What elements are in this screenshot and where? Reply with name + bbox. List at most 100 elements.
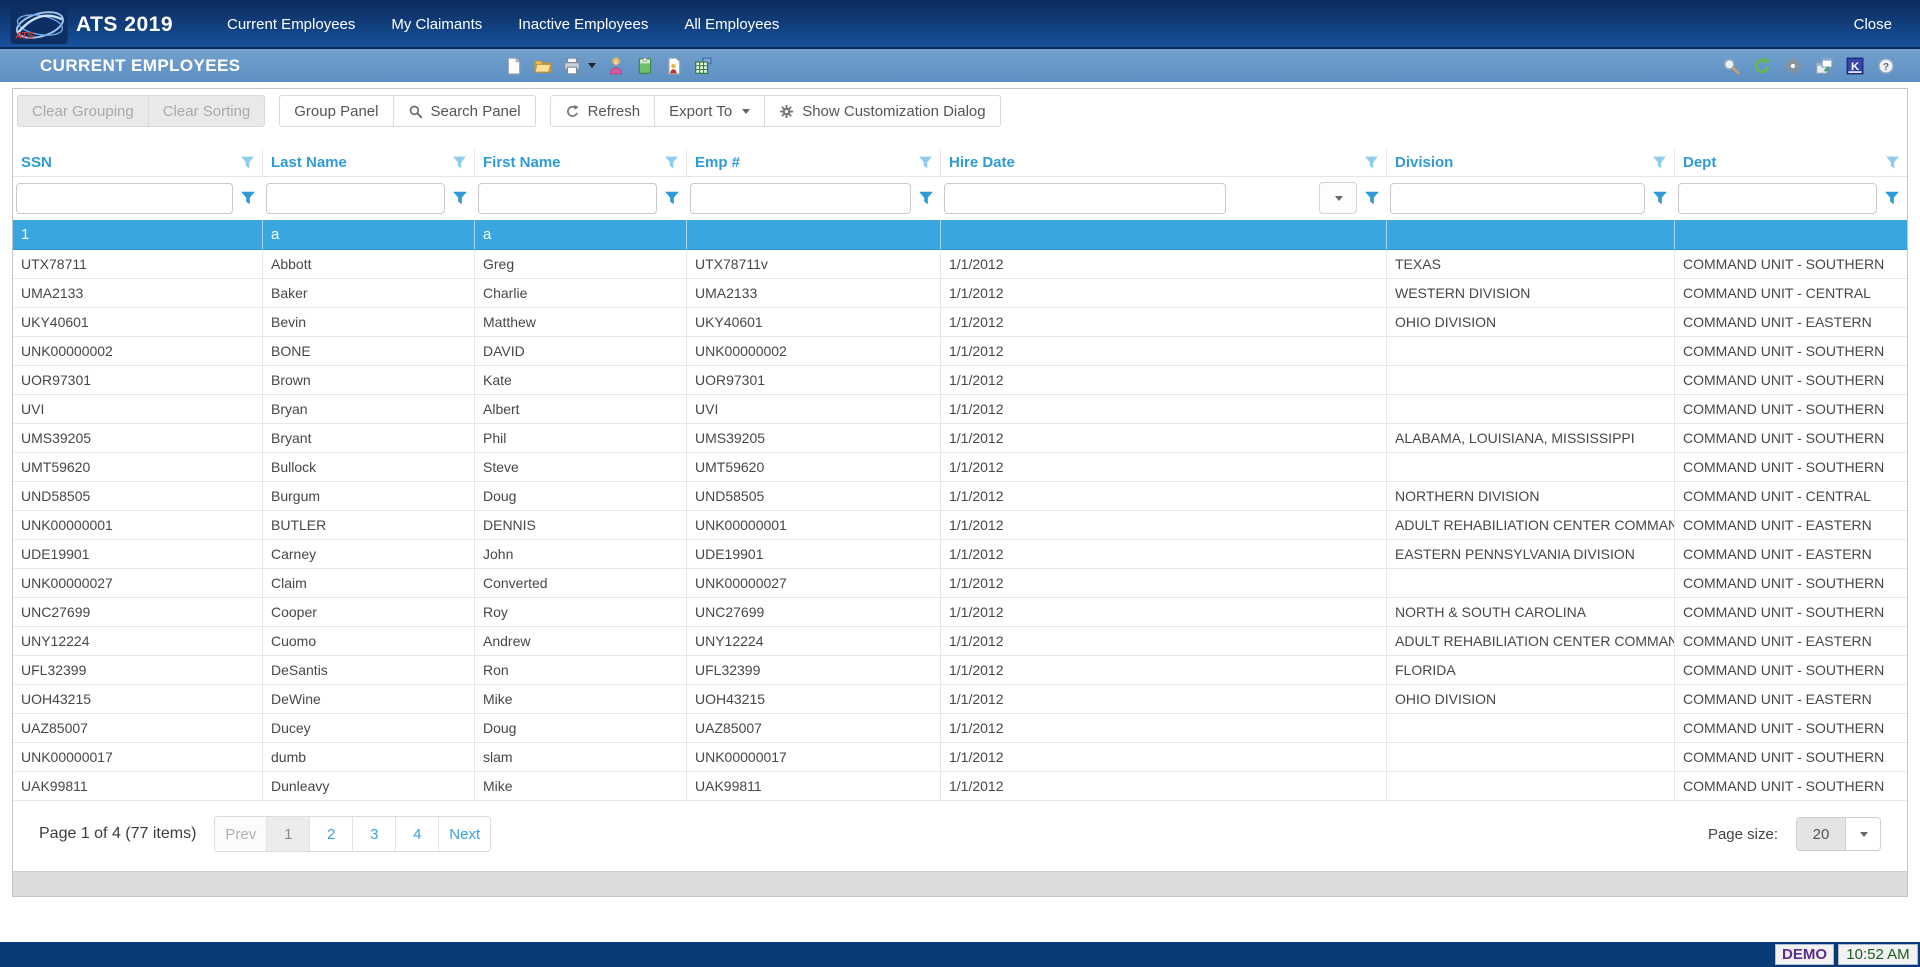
table-row[interactable]: UMA2133 Baker Charlie UMA2133 1/1/2012 WESTER… bbox=[13, 279, 1907, 308]
pager-page-3-button[interactable]: 3 bbox=[352, 817, 396, 851]
filter-icon[interactable] bbox=[918, 155, 933, 170]
column-header-emp[interactable]: Emp # bbox=[687, 149, 941, 176]
cell-ssn: UMA2133 bbox=[13, 279, 263, 307]
filter-funnel-button[interactable] bbox=[240, 190, 256, 206]
print-icon[interactable] bbox=[563, 57, 581, 75]
clear-grouping-button[interactable]: Clear Grouping bbox=[17, 95, 149, 127]
pager-prev-button[interactable]: Prev bbox=[215, 817, 267, 851]
filter-funnel-button[interactable] bbox=[918, 190, 934, 206]
open-folder-icon[interactable] bbox=[534, 57, 552, 75]
nav-item-inactive-employees[interactable]: Inactive Employees bbox=[500, 0, 666, 49]
filter-icon[interactable] bbox=[1364, 155, 1379, 170]
table-row[interactable]: UFL32399 DeSantis Ron UFL32399 1/1/2012 FLORI… bbox=[13, 656, 1907, 685]
pager-page-2-button[interactable]: 2 bbox=[309, 817, 353, 851]
print-dropdown-caret-icon[interactable] bbox=[588, 63, 596, 68]
layout-window-icon[interactable] bbox=[1815, 57, 1833, 75]
nav-item-all-employees[interactable]: All Employees bbox=[666, 0, 797, 49]
table-row[interactable]: UMS39205 Bryant Phil UMS39205 1/1/2012 ALABAM… bbox=[13, 424, 1907, 453]
page-size-dropdown-button[interactable] bbox=[1846, 818, 1880, 850]
report-person-icon[interactable] bbox=[665, 57, 683, 75]
cell-ssn: UNC27699 bbox=[13, 598, 263, 626]
filter-icon[interactable] bbox=[240, 155, 255, 170]
table-row[interactable]: UMT59620 Bullock Steve UMT59620 1/1/2012 COMM… bbox=[13, 453, 1907, 482]
filter-cell-dept bbox=[1675, 182, 1907, 214]
close-link[interactable]: Close bbox=[1850, 0, 1896, 49]
cell-first-name: Converted bbox=[475, 569, 687, 597]
table-row[interactable]: UKY40601 Bevin Matthew UKY40601 1/1/2012 OHIO… bbox=[13, 308, 1907, 337]
column-header-first-name[interactable]: First Name bbox=[475, 149, 687, 176]
filter-icon[interactable] bbox=[452, 155, 467, 170]
filter-icon[interactable] bbox=[664, 155, 679, 170]
hire-date-filter-input[interactable] bbox=[944, 182, 1226, 214]
search-panel-button[interactable]: Search Panel bbox=[393, 95, 536, 127]
table-row[interactable]: UNK00000027 Claim Converted UNK00000027 1/1/… bbox=[13, 569, 1907, 598]
cell-first-name: Mike bbox=[475, 685, 687, 713]
cell-hire-date: 1/1/2012 bbox=[941, 395, 1387, 423]
notebook-icon[interactable] bbox=[636, 57, 654, 75]
column-header-ssn[interactable]: SSN bbox=[13, 149, 263, 176]
export-grid-icon[interactable] bbox=[694, 57, 712, 75]
nav-item-my-claimants[interactable]: My Claimants bbox=[373, 0, 500, 49]
filter-funnel-button[interactable] bbox=[452, 190, 468, 206]
pager-page-4-button[interactable]: 4 bbox=[395, 817, 439, 851]
table-row[interactable]: UOH43215 DeWine Mike UOH43215 1/1/2012 OHIO D… bbox=[13, 685, 1907, 714]
new-document-icon[interactable] bbox=[505, 57, 523, 75]
table-row[interactable]: UOR97301 Brown Kate UOR97301 1/1/2012 COMMAND… bbox=[13, 366, 1907, 395]
cell-ssn: UNK00000027 bbox=[13, 569, 263, 597]
table-row[interactable]: UNK00000001 BUTLER DENNIS UNK00000001 1/1/20… bbox=[13, 511, 1907, 540]
cell-first-name: Charlie bbox=[475, 279, 687, 307]
filter-funnel-button[interactable] bbox=[664, 190, 680, 206]
refresh-button[interactable]: Refresh bbox=[549, 95, 656, 127]
dept-filter-input[interactable] bbox=[1678, 182, 1877, 214]
division-filter-input[interactable] bbox=[1390, 182, 1645, 214]
help-icon[interactable]: ? bbox=[1877, 57, 1895, 75]
table-row[interactable]: UTX78711 Abbott Greg UTX78711v 1/1/2012 TEXAS… bbox=[13, 250, 1907, 279]
table-row[interactable]: UNY12224 Cuomo Andrew UNY12224 1/1/2012 ADULT… bbox=[13, 627, 1907, 656]
table-row[interactable]: UND58505 Burgum Doug UND58505 1/1/2012 NORTHE… bbox=[13, 482, 1907, 511]
ssn-filter-input[interactable] bbox=[16, 182, 233, 214]
cell-dept: COMMAND UNIT - SOUTHERN bbox=[1683, 720, 1885, 736]
column-header-division[interactable]: Division bbox=[1387, 149, 1675, 176]
filter-funnel-button[interactable] bbox=[1364, 190, 1380, 206]
export-to-button[interactable]: Export To bbox=[655, 95, 766, 127]
first-name-filter-input[interactable] bbox=[478, 182, 657, 214]
cell-division: EASTERN PENNSYLVANIA DIVISION bbox=[1387, 540, 1675, 568]
table-row[interactable]: UAZ85007 Ducey Doug UAZ85007 1/1/2012 COMMAND… bbox=[13, 714, 1907, 743]
group-panel-button[interactable]: Group Panel bbox=[279, 95, 394, 127]
last-name-filter-input[interactable] bbox=[266, 182, 445, 214]
column-header-dept[interactable]: Dept bbox=[1675, 149, 1907, 176]
cell-ssn: UTX78711 bbox=[13, 250, 263, 278]
cell-emp: UNK00000017 bbox=[687, 743, 941, 771]
refresh-icon[interactable] bbox=[1753, 57, 1771, 75]
hire-date-filter-dropdown-button[interactable] bbox=[1319, 182, 1357, 214]
table-row[interactable]: UDE19901 Carney John UDE19901 1/1/2012 EASTER… bbox=[13, 540, 1907, 569]
show-customization-dialog-button[interactable]: Show Customization Dialog bbox=[765, 95, 1001, 127]
k-badge-icon[interactable]: K bbox=[1846, 57, 1864, 75]
settings-icon[interactable] bbox=[1784, 57, 1802, 75]
pager-next-button[interactable]: Next bbox=[438, 817, 491, 851]
emp-filter-input[interactable] bbox=[690, 182, 911, 214]
clear-sorting-button[interactable]: Clear Sorting bbox=[148, 95, 266, 127]
table-row[interactable]: UNK00000017 dumb slam UNK00000017 1/1/2012 CO… bbox=[13, 743, 1907, 772]
search-icon[interactable] bbox=[1722, 57, 1740, 75]
table-row[interactable]: UNC27699 Cooper Roy UNC27699 1/1/2012 NORTH &… bbox=[13, 598, 1907, 627]
pager-page-1-button[interactable]: 1 bbox=[266, 817, 310, 851]
cell-division bbox=[1387, 337, 1675, 365]
employee-icon[interactable] bbox=[607, 57, 625, 75]
selected-row[interactable]: 1aa bbox=[13, 220, 1907, 250]
filter-icon[interactable] bbox=[1885, 155, 1900, 170]
table-row[interactable]: UAK99811 Dunleavy Mike UAK99811 1/1/2012 COMM… bbox=[13, 772, 1907, 801]
table-row[interactable]: UVI Bryan Albert UVI 1/1/2012 COMMAND UNIT - … bbox=[13, 395, 1907, 424]
cell-first-name: slam bbox=[475, 743, 687, 771]
filter-funnel-button[interactable] bbox=[1884, 190, 1900, 206]
table-row[interactable]: UNK00000002 BONE DAVID UNK00000002 1/1/2012 C… bbox=[13, 337, 1907, 366]
filter-funnel-button[interactable] bbox=[1652, 190, 1668, 206]
nav-item-current-employees[interactable]: Current Employees bbox=[209, 0, 373, 49]
cell-emp: UOH43215 bbox=[687, 685, 941, 713]
cell-ssn: 1 bbox=[13, 220, 263, 249]
column-header-last-name[interactable]: Last Name bbox=[263, 149, 475, 176]
page-size-select[interactable]: 20 bbox=[1796, 817, 1881, 851]
column-header-hire-date[interactable]: Hire Date bbox=[941, 149, 1387, 176]
cell-division: TEXAS bbox=[1387, 250, 1675, 278]
filter-icon[interactable] bbox=[1652, 155, 1667, 170]
